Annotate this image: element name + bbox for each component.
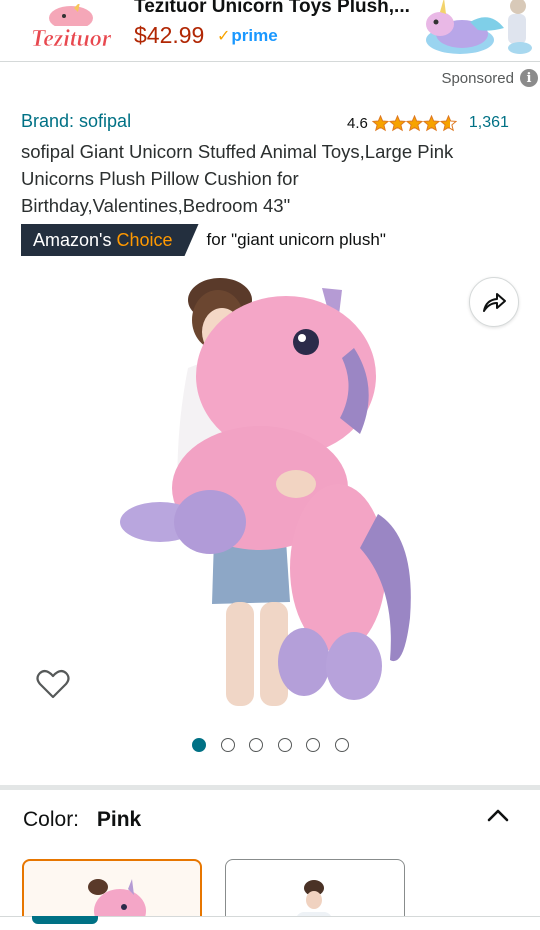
star-icon — [371, 114, 389, 131]
ad-title[interactable]: Tezituor Unicorn Toys Plush,... — [134, 0, 410, 18]
share-button[interactable] — [469, 277, 519, 327]
sponsored-row[interactable]: Sponsored i — [441, 68, 540, 88]
carousel-dot[interactable] — [306, 738, 320, 752]
product-title: sofipal Giant Unicorn Stuffed Animal Toy… — [21, 141, 454, 216]
sponsored-ad-banner[interactable]: Tezituor Tezituor Unicorn Toys Plush,...… — [0, 0, 540, 62]
carousel-dot[interactable] — [220, 738, 235, 752]
prime-check-icon: ✓ — [217, 28, 231, 45]
prime-badge: ✓prime — [217, 26, 278, 46]
selected-color: Pink — [96, 808, 142, 831]
sponsored-label: Sponsored — [441, 69, 514, 87]
product-image[interactable] — [110, 268, 430, 708]
color-label: Color: — [23, 808, 80, 831]
wishlist-button[interactable] — [33, 664, 73, 704]
color-selector-header[interactable]: Color: Pink — [23, 808, 141, 832]
heart-icon — [36, 669, 70, 699]
svg-text:Tezituor: Tezituor — [31, 26, 112, 52]
carousel-dot[interactable] — [334, 738, 349, 752]
ad-price: $42.99 — [134, 22, 205, 48]
share-icon — [483, 293, 506, 312]
carousel-dot[interactable] — [192, 738, 206, 752]
amazons-choice[interactable]: Amazon's Choice for "giant unicorn plush… — [21, 224, 386, 256]
bottom-tab-indicator — [32, 916, 98, 924]
info-icon[interactable]: i — [520, 69, 538, 87]
choice-badge-accent: Choice — [116, 229, 173, 250]
chevron-up-icon[interactable] — [484, 804, 512, 828]
star-rating — [371, 114, 457, 132]
amazons-choice-badge: Amazon's Choice — [21, 224, 199, 256]
rating-count[interactable]: 1,361 — [469, 114, 509, 132]
carousel-dot[interactable] — [249, 738, 263, 752]
brand-logo: Tezituor — [16, 4, 126, 52]
star-icon — [388, 114, 406, 131]
ad-product-thumbnail[interactable] — [420, 0, 532, 60]
image-carousel-dots[interactable] — [192, 738, 363, 752]
star-icon — [405, 114, 423, 131]
brand-link[interactable]: Brand: sofipal — [21, 111, 131, 132]
carousel-dot[interactable] — [277, 738, 292, 752]
prime-label: prime — [231, 26, 278, 45]
rating-summary[interactable]: 4.6 1,361 — [347, 114, 509, 132]
star-icon — [422, 114, 440, 131]
choice-badge-prefix: Amazon's — [33, 229, 112, 250]
choice-keyword: for "giant unicorn plush" — [206, 230, 386, 249]
star-icon — [439, 114, 457, 131]
section-divider — [0, 785, 540, 790]
rating-value: 4.6 — [347, 114, 368, 132]
